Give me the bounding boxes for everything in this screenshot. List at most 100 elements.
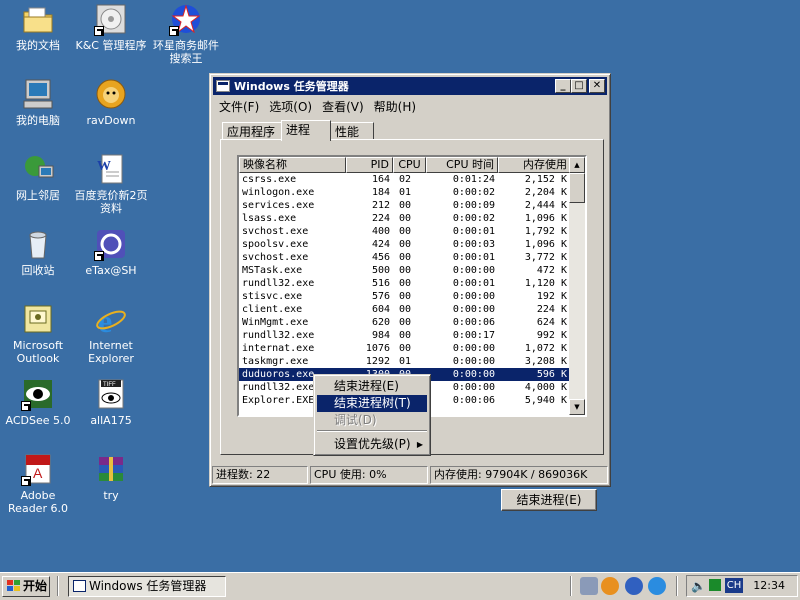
cell-cpu: 00 — [399, 252, 412, 263]
desktop-icon-adobe-reader[interactable]: A Adobe Reader 6.0 — [0, 452, 76, 515]
menu-end-process[interactable]: 结束进程(E) — [317, 378, 427, 395]
cell-image-name: MSTask.exe — [242, 265, 303, 276]
process-row[interactable]: rundll32.exe 516 00 0:00:01 1,120 K — [239, 277, 571, 290]
maximize-button[interactable]: □ — [571, 79, 587, 93]
process-row[interactable]: csrss.exe 164 02 0:01:24 2,152 K — [239, 173, 571, 186]
process-row[interactable]: lsass.exe 224 00 0:00:02 1,096 K — [239, 212, 571, 225]
cell-cpu: 01 — [399, 187, 412, 198]
process-row[interactable]: internat.exe 1076 00 0:00:00 1,072 K — [239, 342, 571, 355]
cell-cpu-time: 0:00:17 — [452, 330, 495, 341]
process-row[interactable]: rundll32.exe 984 00 0:00:17 992 K — [239, 329, 571, 342]
desktop-icon-internet-explorer[interactable]: e Internet Explorer — [73, 302, 149, 365]
firefox-icon[interactable] — [601, 577, 619, 595]
menu-separator — [317, 430, 427, 432]
process-row[interactable]: client.exe 604 00 0:00:00 224 K — [239, 303, 571, 316]
menu-file[interactable]: 文件(F) — [214, 96, 264, 114]
column-image-name[interactable]: 映像名称 — [239, 157, 346, 173]
process-row[interactable]: taskmgr.exe 1292 01 0:00:00 3,208 K — [239, 355, 571, 368]
acdsee-eye-icon — [21, 377, 55, 411]
taskbar: 开始 Windows 任务管理器 🔈 CH 12:34 — [0, 572, 800, 600]
cell-cpu-time: 0:00:00 — [452, 265, 495, 276]
desktop-icon-acdsee[interactable]: ACDSee 5.0 — [0, 377, 76, 427]
desktop-icon-mail-search[interactable]: 环星商务邮件搜索王 — [148, 2, 224, 65]
desktop-icon-try[interactable]: try — [73, 452, 149, 502]
process-row[interactable]: services.exe 212 00 0:00:09 2,444 K — [239, 199, 571, 212]
desktop-icon-ravdown[interactable]: ravDown — [73, 77, 149, 127]
cell-memory: 5,940 K — [524, 395, 567, 406]
title-bar[interactable]: Windows 任务管理器 _ □ ✕ — [213, 77, 607, 95]
desktop-icon-baidu-doc[interactable]: W 百度竞价新2页资料 — [73, 152, 149, 215]
column-cpu[interactable]: CPU — [393, 157, 426, 173]
desktop-icon-alla175[interactable]: TIFF allA175 — [73, 377, 149, 427]
show-desktop-icon[interactable] — [580, 577, 598, 595]
vertical-scrollbar[interactable]: ▲ ▼ — [569, 157, 585, 415]
input-language-indicator[interactable]: CH — [725, 578, 743, 593]
cell-memory: 2,152 K — [524, 174, 567, 185]
menu-bar: 文件(F) 选项(O) 查看(V) 帮助(H) — [214, 96, 421, 114]
status-process-count: 进程数: 22 — [212, 466, 308, 484]
scroll-down-arrow-icon[interactable]: ▼ — [569, 399, 585, 415]
cell-memory: 1,072 K — [524, 343, 567, 354]
process-row[interactable]: WinMgmt.exe 620 00 0:00:06 624 K — [239, 316, 571, 329]
cell-pid: 620 — [371, 317, 390, 328]
taskbar-task-manager-button[interactable]: Windows 任务管理器 — [68, 576, 226, 597]
menu-help[interactable]: 帮助(H) — [369, 96, 421, 114]
cell-cpu: 00 — [399, 317, 412, 328]
scroll-thumb[interactable] — [569, 173, 585, 203]
end-process-button[interactable]: 结束进程(E) — [501, 489, 597, 511]
desktop-icon-network[interactable]: 网上邻居 — [0, 152, 76, 202]
desktop-icon-my-documents[interactable]: 我的文档 — [0, 2, 76, 52]
cell-image-name: client.exe — [242, 304, 303, 315]
start-button[interactable]: 开始 — [2, 576, 50, 597]
menu-options[interactable]: 选项(O) — [264, 96, 317, 114]
clock[interactable]: 12:34 — [753, 579, 785, 592]
desktop-icon-outlook[interactable]: Microsoft Outlook — [0, 302, 76, 365]
submenu-arrow-icon: ▶ — [416, 440, 423, 449]
winrar-archive-icon — [94, 452, 128, 486]
process-row[interactable]: stisvc.exe 576 00 0:00:00 192 K — [239, 290, 571, 303]
cell-cpu-time: 0:00:09 — [452, 200, 495, 211]
taskbar-separator — [676, 576, 678, 596]
column-pid[interactable]: PID — [346, 157, 393, 173]
cell-cpu: 01 — [399, 356, 412, 367]
task-manager-icon — [216, 80, 230, 92]
desktop-icon-kc-manager[interactable]: K&C 管理程序 — [73, 2, 149, 52]
cell-cpu: 02 — [399, 174, 412, 185]
process-row[interactable]: winlogon.exe 184 01 0:00:02 2,204 K — [239, 186, 571, 199]
desktop-icon-my-computer[interactable]: 我的电脑 — [0, 77, 76, 127]
column-cpu-time[interactable]: CPU 时间 — [426, 157, 498, 173]
process-row[interactable]: MSTask.exe 500 00 0:00:00 472 K — [239, 264, 571, 277]
cell-cpu: 00 — [399, 304, 412, 315]
cell-image-name: rundll32.exe — [242, 330, 315, 341]
cell-cpu-time: 0:00:00 — [452, 356, 495, 367]
volume-icon[interactable]: 🔈 — [691, 579, 706, 593]
minimize-button[interactable]: _ — [555, 79, 571, 93]
network-icon — [21, 152, 55, 186]
process-row[interactable]: svchost.exe 456 00 0:00:01 3,772 K — [239, 251, 571, 264]
recycle-bin-icon — [21, 227, 55, 261]
cell-cpu-time: 0:00:00 — [452, 343, 495, 354]
process-row[interactable]: spoolsv.exe 424 00 0:00:03 1,096 K — [239, 238, 571, 251]
column-memory[interactable]: 内存使用 — [498, 157, 571, 173]
internet-explorer-icon[interactable] — [648, 577, 666, 595]
scroll-up-arrow-icon[interactable]: ▲ — [569, 157, 585, 173]
desktop-icon-etax[interactable]: eTax@SH — [73, 227, 149, 277]
tray-app-icon[interactable] — [709, 579, 721, 591]
cell-pid: 184 — [371, 187, 390, 198]
svg-text:W: W — [97, 159, 111, 174]
close-button[interactable]: ✕ — [589, 79, 605, 93]
taskbar-separator — [570, 576, 572, 596]
menu-view[interactable]: 查看(V) — [317, 96, 369, 114]
window-title: Windows 任务管理器 — [234, 80, 349, 93]
cell-image-name: lsass.exe — [242, 213, 297, 224]
cell-memory: 624 K — [536, 317, 567, 328]
tab-processes[interactable]: 进程 — [281, 120, 331, 141]
cell-image-name: winlogon.exe — [242, 187, 315, 198]
tab-applications[interactable]: 应用程序 — [222, 122, 282, 140]
process-row[interactable]: svchost.exe 400 00 0:00:01 1,792 K — [239, 225, 571, 238]
menu-set-priority[interactable]: 设置优先级(P) ▶ — [317, 436, 427, 453]
media-player-icon[interactable] — [625, 577, 643, 595]
tab-performance[interactable]: 性能 — [330, 122, 374, 140]
desktop-icon-recycle-bin[interactable]: 回收站 — [0, 227, 76, 277]
menu-end-process-tree[interactable]: 结束进程树(T) — [317, 395, 427, 412]
